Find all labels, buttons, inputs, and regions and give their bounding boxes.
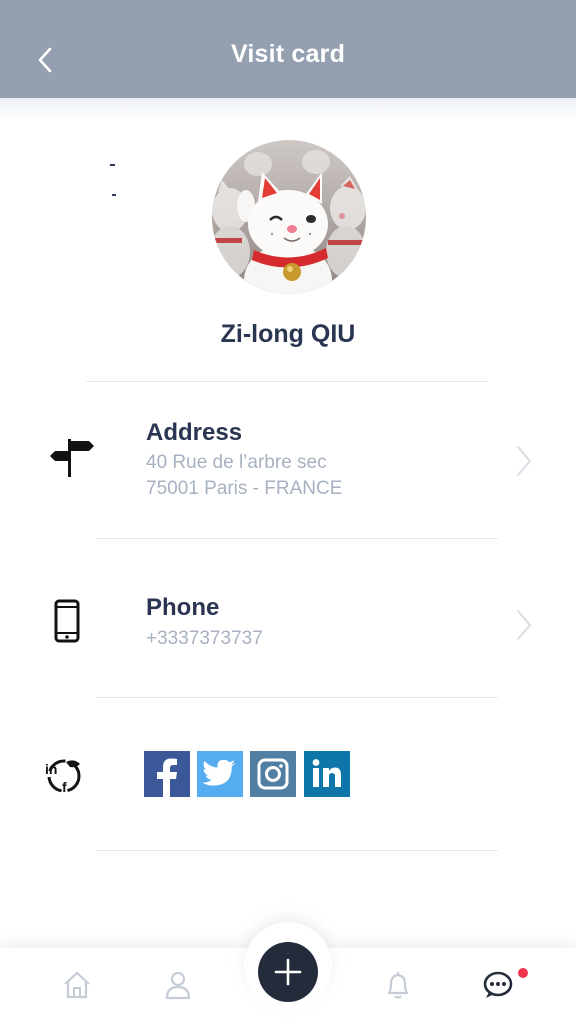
notification-badge bbox=[518, 968, 528, 978]
avatar bbox=[212, 140, 366, 294]
linkedin-button[interactable] bbox=[304, 751, 350, 797]
twitter-button[interactable] bbox=[197, 751, 243, 797]
instagram-button[interactable] bbox=[250, 751, 296, 797]
home-icon[interactable] bbox=[60, 968, 94, 1002]
address-line-1: 40 Rue de l’arbre sec bbox=[146, 452, 327, 473]
profile-name: Zi-long QIU bbox=[220, 320, 356, 348]
chat-icon[interactable] bbox=[481, 968, 515, 1002]
linkedin-icon bbox=[312, 759, 341, 787]
address-chevron-icon[interactable] bbox=[512, 441, 536, 481]
signpost-icon bbox=[48, 436, 96, 480]
instagram-icon bbox=[250, 751, 296, 797]
page-title: Visit card bbox=[230, 40, 346, 68]
facebook-icon bbox=[157, 758, 177, 797]
svg-text:in: in bbox=[45, 761, 57, 777]
svg-text:f: f bbox=[62, 779, 67, 795]
divider bbox=[96, 538, 498, 539]
divider bbox=[96, 850, 498, 851]
address-line-2: 75001 Paris - FRANCE bbox=[146, 478, 343, 499]
facebook-button[interactable] bbox=[144, 751, 190, 797]
header-shadow bbox=[0, 98, 576, 120]
phone-label: Phone bbox=[146, 594, 220, 621]
phone-chevron-icon[interactable] bbox=[512, 605, 536, 645]
address-label: Address bbox=[146, 419, 243, 446]
smartphone-icon bbox=[50, 598, 84, 644]
divider bbox=[86, 381, 488, 382]
social-networks-icon: in f bbox=[42, 754, 86, 798]
add-button[interactable] bbox=[258, 942, 318, 1002]
divider bbox=[96, 697, 498, 698]
profile-icon[interactable] bbox=[161, 968, 195, 1002]
lucky-cat-photo-icon bbox=[212, 140, 366, 294]
bell-icon[interactable] bbox=[381, 968, 415, 1002]
plus-icon bbox=[274, 958, 302, 986]
top-bar: Visit card bbox=[0, 0, 576, 98]
phone-number[interactable]: +3337373737 bbox=[146, 628, 263, 650]
twitter-icon bbox=[202, 759, 236, 786]
